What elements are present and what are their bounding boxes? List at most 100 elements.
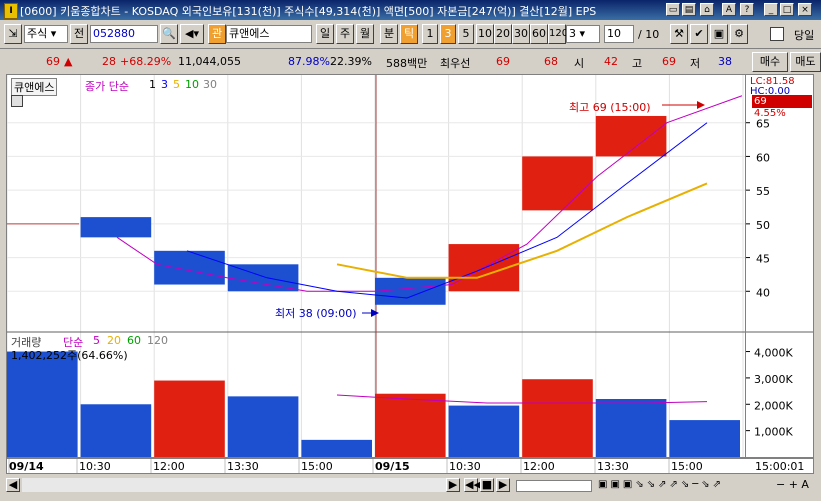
period-day[interactable]: 일	[316, 24, 334, 44]
grid-icon[interactable]	[11, 95, 23, 107]
volume-bar	[448, 405, 520, 457]
font-icon[interactable]: A	[722, 3, 736, 16]
x-tick-label: 15:00	[301, 460, 333, 473]
y-tick-label: 45	[756, 253, 770, 266]
ma-period-30: 30	[203, 78, 217, 91]
print-icon[interactable]: ⌂	[700, 3, 714, 16]
stock-name-field[interactable]: 큐앤에스	[226, 25, 312, 43]
change-value: 28	[102, 55, 116, 68]
buy-button[interactable]: 매수	[752, 52, 788, 72]
stop-icon[interactable]: ■	[480, 478, 494, 492]
x-tick-label: 13:30	[227, 460, 259, 473]
x-tick-label: 09/14	[9, 460, 44, 473]
candle	[522, 156, 593, 211]
interval-10[interactable]: 10	[476, 24, 494, 44]
ma-period-10: 10	[185, 78, 199, 91]
high-annotation: 최고 69 (15:00)	[569, 101, 651, 114]
prev-button[interactable]: 전	[70, 24, 88, 44]
minimize-icon[interactable]: _	[764, 3, 778, 16]
volume-bar	[375, 393, 446, 457]
layout2-icon[interactable]: ▤	[682, 3, 696, 16]
y-tick-label: 65	[756, 118, 770, 131]
count-total: / 10	[638, 28, 660, 41]
period-minute[interactable]: 분	[380, 24, 398, 44]
scroll-track[interactable]	[22, 478, 458, 492]
zoom-controls-icon[interactable]: − + A	[776, 478, 809, 491]
volume-bar	[227, 396, 299, 457]
volume-bar	[595, 399, 667, 457]
volume-ratio: 87.98%	[288, 55, 330, 68]
drawing-tools-icon[interactable]: ▣▣▣⇘⇘⇗⇗⇘─⇘⇗	[598, 479, 724, 490]
close-icon[interactable]: ×	[798, 3, 812, 16]
app-icon: I	[4, 3, 18, 19]
volume-ma-120: 120	[147, 334, 168, 347]
relation-button[interactable]: 관	[208, 24, 226, 44]
y-volume-label: 3,000K	[754, 373, 793, 386]
x-tick-label: 12:00	[153, 460, 185, 473]
code-input[interactable]: 052880	[90, 25, 158, 43]
restore-icon[interactable]: □	[780, 3, 794, 16]
layout-icon[interactable]: ▭	[666, 3, 680, 16]
period-tick[interactable]: 틱	[400, 24, 418, 44]
y-volume-label: 1,000K	[754, 426, 793, 439]
save-icon[interactable]: ▣	[710, 24, 728, 44]
scroll-right-icon[interactable]: ▶	[446, 478, 460, 492]
interval-1[interactable]: 1	[422, 24, 438, 44]
y-axis: 40 45 50 55 60 65 1,000K 2,000K 3,000K 4,000K LC:…	[746, 74, 814, 458]
y-tick-label: 50	[756, 219, 770, 232]
y-tick-label: 60	[756, 151, 770, 164]
candle	[154, 250, 225, 285]
scroll-left-icon[interactable]: ◀	[6, 478, 20, 492]
title-bar: I [0600] 키움종합차트 - KOSDAQ 외국인보유[131(천)] 주…	[0, 0, 821, 20]
volume-bar	[7, 351, 78, 457]
search-icon[interactable]: 🔍	[160, 24, 178, 44]
interval-120[interactable]: 120	[548, 24, 568, 44]
volume-bar	[80, 404, 152, 457]
x-tick-label: 13:30	[597, 460, 629, 473]
period-week[interactable]: 주	[336, 24, 354, 44]
today-checkbox[interactable]	[770, 27, 784, 41]
interval-60[interactable]: 60	[530, 24, 548, 44]
current-price-tag: 69	[752, 95, 812, 108]
volume-bar	[154, 380, 225, 457]
candle	[80, 217, 152, 238]
sell-button[interactable]: 매도	[790, 52, 821, 72]
ask-price: 69	[496, 55, 510, 68]
scrollbar[interactable]: ◀ ▶ ◀◀ ■ ▶ ▣▣▣⇘⇘⇗⇗⇘─⇘⇗ − + A	[6, 476, 814, 494]
pin-icon[interactable]: ⇲	[4, 24, 22, 44]
speaker-icon[interactable]: ◀▾	[180, 24, 204, 44]
interval-20[interactable]: 20	[494, 24, 512, 44]
help-icon[interactable]: ?	[740, 3, 754, 16]
volume-value: 11,044,055	[178, 55, 241, 68]
zoom-slider[interactable]	[516, 480, 592, 492]
interval-combo[interactable]: 3 ▾	[566, 25, 600, 43]
settings-icon[interactable]: ⚙	[730, 24, 748, 44]
volume-ma-60: 60	[127, 334, 141, 347]
high-price: 69	[662, 55, 676, 68]
x-axis: 09/14 10:30 12:00 13:30 15:00 09/15 10:30 12:00…	[6, 458, 814, 474]
volume-ma-5: 5	[93, 334, 100, 347]
period-month[interactable]: 월	[356, 24, 374, 44]
price-legend-name[interactable]: 큐앤에스	[11, 78, 58, 96]
market-select[interactable]: 주식 ▾	[24, 25, 68, 43]
today-label: 당일	[794, 29, 815, 42]
interval-30[interactable]: 30	[512, 24, 530, 44]
best-quote-label: 최우선	[440, 57, 471, 70]
y-volume-label: 2,000K	[754, 399, 793, 412]
check-icon[interactable]: ✔	[690, 24, 708, 44]
x-tick-label: 12:00	[523, 460, 555, 473]
forward-icon[interactable]: ▶	[496, 478, 510, 492]
low-price: 38	[718, 55, 732, 68]
chart-area[interactable]: 큐앤에스 종가 단순 1 3 5 10 30 최고 69 (15:00) 최저 …	[6, 74, 746, 458]
x-tick-label: 10:30	[449, 460, 481, 473]
tool-icon[interactable]: ⚒	[670, 24, 688, 44]
count-input[interactable]: 10	[604, 25, 634, 43]
change-percent: +68.29%	[120, 55, 172, 68]
candle	[375, 277, 446, 305]
low-label: 저	[690, 57, 701, 70]
x-tick-label: 10:30	[79, 460, 111, 473]
interval-3[interactable]: 3	[440, 24, 456, 44]
rewind-icon[interactable]: ◀◀	[464, 478, 482, 492]
volume-max-label: 1,402,252주(64.66%)	[11, 349, 128, 362]
interval-5[interactable]: 5	[458, 24, 474, 44]
